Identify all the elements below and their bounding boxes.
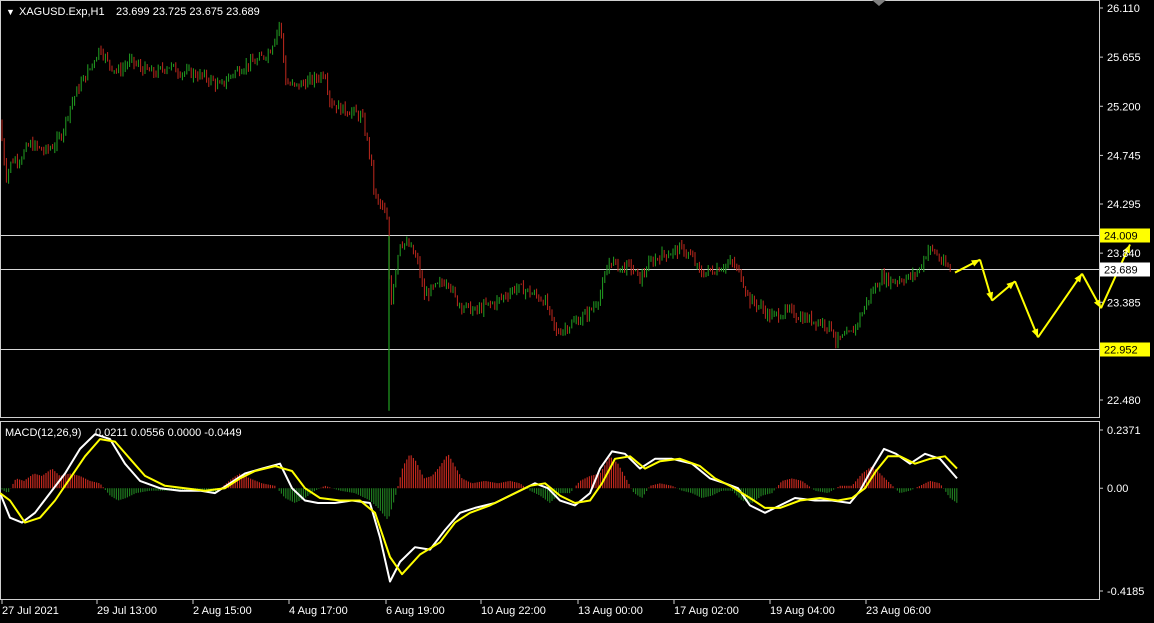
time-tick-label: 6 Aug 19:00 (386, 605, 445, 617)
forecast-arrowhead-icon (1074, 273, 1082, 283)
level-label: 22.952 (1100, 342, 1150, 357)
macd-name: MACD(12,26,9) (5, 427, 81, 439)
time-tick-label: 4 Aug 17:00 (289, 605, 348, 617)
price-tick-label: 26.110 (1107, 3, 1140, 15)
forecast-zigzag[interactable] (954, 244, 1131, 338)
time-tick-label: 17 Aug 02:00 (674, 605, 739, 617)
time-tick-label: 19 Aug 04:00 (770, 605, 835, 617)
time-tick-label: 10 Aug 22:00 (481, 605, 546, 617)
price-tick-label: 22.480 (1107, 395, 1141, 407)
macd-values: 0.0211 0.0556 0.0000 -0.0449 (95, 427, 242, 439)
macd-main-line (0, 433, 958, 583)
price-tick-label: 23.840 (1107, 248, 1141, 260)
candles (1, 21, 951, 411)
trading-chart[interactable]: 26.110 25.655 25.200 24.745 24.295 23.840 23.3… (0, 0, 1154, 620)
price-tick-label: 24.745 (1107, 150, 1141, 162)
macd-tick-label: -0.4185 (1107, 586, 1144, 598)
horizontal-levels[interactable] (0, 235, 1099, 350)
time-tick-label: 13 Aug 00:00 (578, 605, 643, 617)
symbol-name: XAGUSD.Exp,H1 (19, 6, 105, 18)
symbol-caret-icon[interactable]: ▼ (6, 7, 15, 17)
level-label-text: 24.009 (1104, 231, 1138, 243)
time-tick-label: 23 Aug 06:00 (866, 605, 931, 617)
scroll-marker-icon[interactable] (872, 0, 886, 6)
ohlc-values: 23.699 23.725 23.675 23.689 (116, 6, 260, 18)
macd-tick-label: 0.2371 (1107, 425, 1141, 437)
forecast-segment[interactable] (1014, 280, 1039, 338)
time-tick-label: 2 Aug 15:00 (193, 605, 252, 617)
time-tick-label: 27 Jul 2021 (2, 605, 59, 617)
forecast-arrowhead-icon (986, 291, 994, 301)
price-tick-label: 23.385 (1107, 297, 1141, 309)
macd-tick-label: 0.00 (1107, 483, 1128, 495)
price-tick-label: 24.295 (1107, 199, 1141, 211)
forecast-arrowhead-icon (1031, 328, 1039, 338)
macd-lines (0, 433, 958, 583)
level-label: 24.009 (1100, 228, 1150, 243)
time-tick-label: 29 Jul 13:00 (97, 605, 157, 617)
level-label-text: 22.952 (1104, 345, 1138, 357)
forecast-segment[interactable] (1037, 273, 1083, 338)
price-panel-frame (0, 0, 1100, 418)
macd-axis[interactable]: 0.2371 0.00 -0.4185 (1099, 425, 1144, 598)
macd-panel-frame (0, 421, 1100, 600)
price-tick-label: 25.200 (1107, 101, 1141, 113)
time-axis[interactable]: 27 Jul 2021 29 Jul 13:00 2 Aug 15:00 4 Aug … (1, 600, 931, 617)
price-tick-label: 25.655 (1107, 52, 1141, 64)
level-label: 23.689 (1100, 262, 1150, 277)
level-label-text: 23.689 (1104, 265, 1138, 277)
